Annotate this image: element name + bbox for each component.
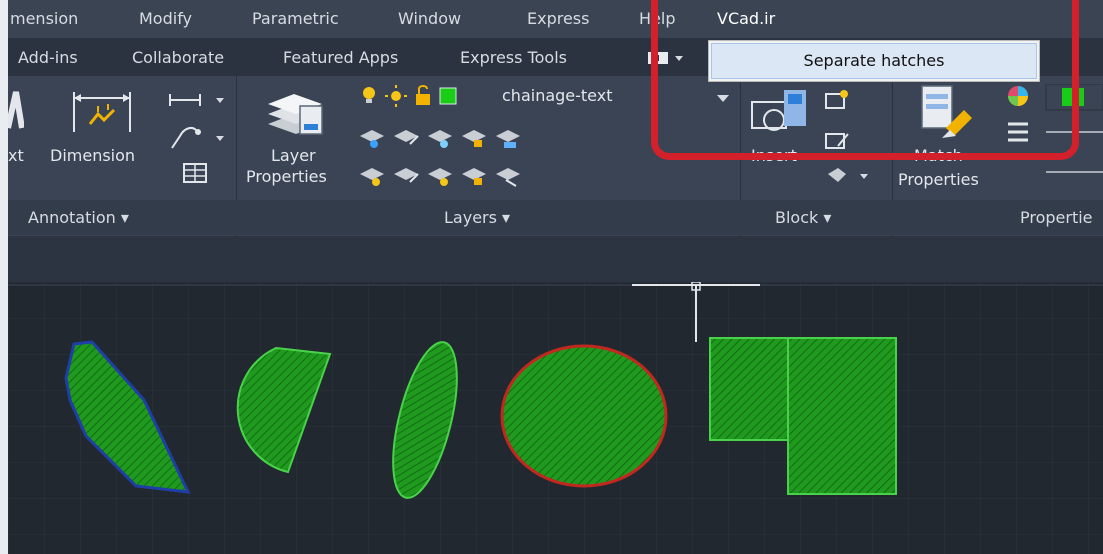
- panel-title-block[interactable]: Block ▾: [775, 208, 831, 227]
- dimension-button-label[interactable]: Dimension: [50, 146, 135, 165]
- drawing-canvas[interactable]: [8, 281, 1103, 554]
- panel-title-annotation[interactable]: Annotation ▾: [28, 208, 129, 227]
- tab-add-ins[interactable]: Add-ins: [18, 48, 78, 67]
- menu-dimension[interactable]: mension: [10, 9, 78, 28]
- layer-state-icons: [363, 85, 457, 107]
- hatch-shape-rect-right[interactable]: [787, 337, 897, 495]
- menu-window[interactable]: Window: [398, 9, 461, 28]
- annotation-tools-icon[interactable]: [166, 86, 230, 186]
- highlight-annotation: [651, 0, 1079, 160]
- menu-parametric[interactable]: Parametric: [252, 9, 339, 28]
- tab-express-tools[interactable]: Express Tools: [460, 48, 567, 67]
- menu-modify[interactable]: Modify: [139, 9, 192, 28]
- match-properties-label-2[interactable]: Properties: [898, 170, 979, 189]
- panel-title-properties[interactable]: Propertie: [1020, 208, 1093, 227]
- panel-title-layers[interactable]: Layers ▾: [444, 208, 510, 227]
- hatch-shape-rect-left[interactable]: [709, 337, 791, 441]
- ribbon-panel-titles: Annotation ▾ Layers ▾ Block ▾ Propertie: [8, 200, 1103, 235]
- file-tab-bar: [8, 236, 1103, 282]
- current-layer-name[interactable]: chainage-text: [502, 86, 612, 105]
- tab-featured-apps[interactable]: Featured Apps: [283, 48, 398, 67]
- layer-properties-label-1[interactable]: Layer: [271, 146, 316, 165]
- hatch-shape-circle[interactable]: [500, 344, 668, 488]
- layer-tools-icons[interactable]: [356, 122, 552, 198]
- menu-express[interactable]: Express: [527, 9, 589, 28]
- drawing-area: [8, 281, 1103, 554]
- layer-properties-icon[interactable]: [264, 84, 328, 140]
- dimension-icon[interactable]: [68, 86, 138, 142]
- text-button-label[interactable]: xt: [8, 146, 24, 165]
- autocad-window: mension Modify Parametric Window Express…: [8, 0, 1103, 554]
- tab-collaborate[interactable]: Collaborate: [132, 48, 224, 67]
- layer-properties-label-2[interactable]: Properties: [246, 167, 327, 186]
- text-icon[interactable]: [8, 88, 24, 132]
